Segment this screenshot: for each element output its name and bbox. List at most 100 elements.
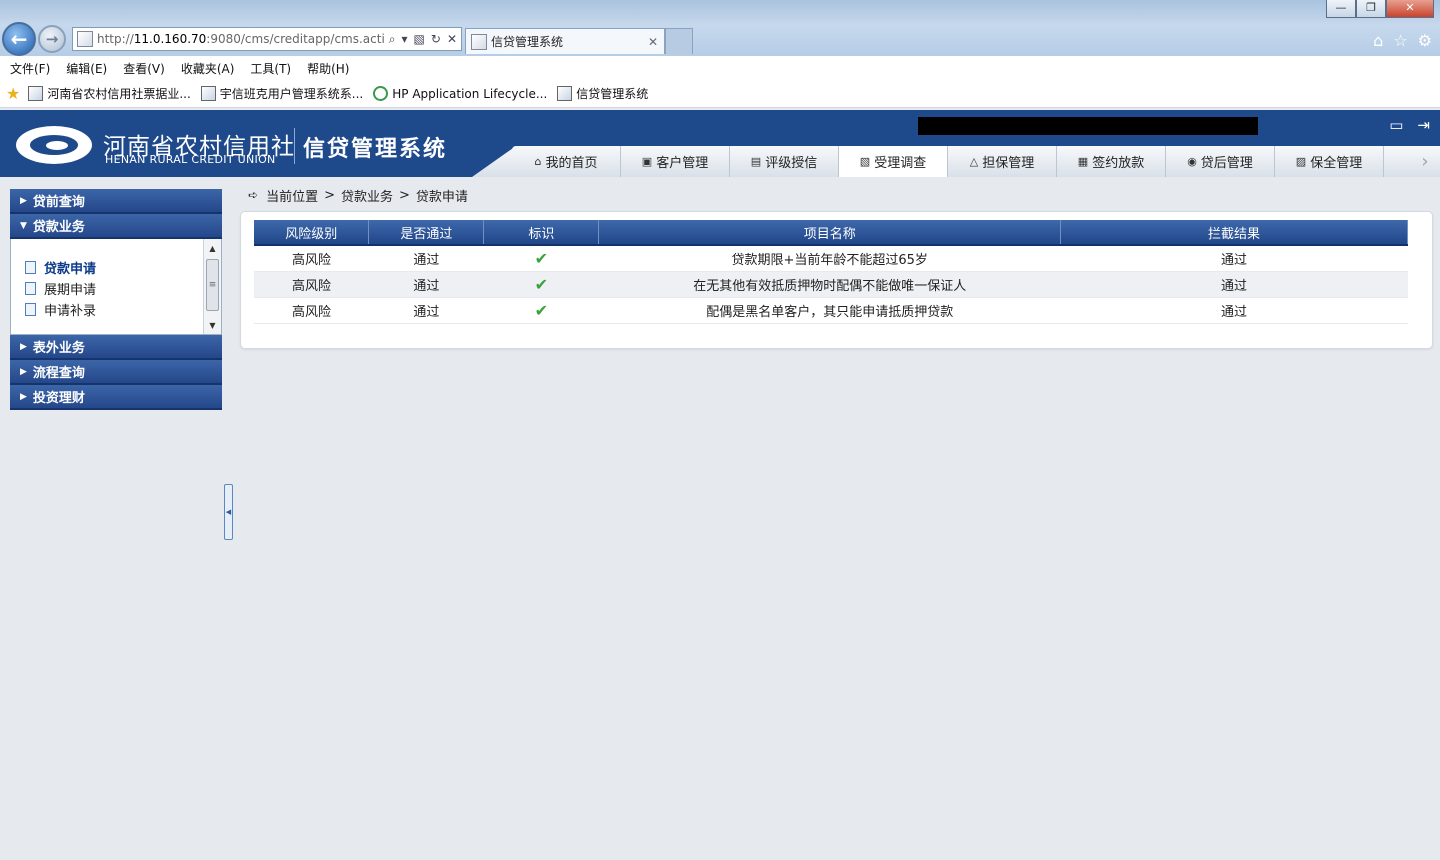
cell-risk-level: 高风险	[254, 271, 369, 298]
table-row[interactable]: 高风险 通过 ✔ 贷款期限+当前年龄不能超过65岁 通过	[254, 245, 1408, 272]
sidebar: ▶ 贷前查询 ▼ 贷款业务 贷款申请 展期申请 申请补录 ▲ ≡ ▼ ▶ 表外业务 ▶…	[10, 189, 222, 410]
nav-customer[interactable]: ▣ 客户管理	[621, 146, 730, 177]
minimize-button[interactable]: —	[1326, 0, 1356, 18]
url-text[interactable]: http://11.0.160.70:9080/cms/creditapp/cm…	[97, 32, 385, 46]
favorite-link[interactable]: 河南省农村信用社票据业...	[28, 85, 191, 102]
cell-risk-level: 高风险	[254, 245, 369, 272]
forward-button[interactable]: →	[38, 25, 66, 53]
favorites-star-icon[interactable]: ☆	[1393, 31, 1407, 50]
sidebar-item-supplementary-entry[interactable]: 申请补录	[11, 299, 221, 320]
compat-view-icon[interactable]: ▧	[414, 32, 425, 47]
menu-tools[interactable]: 工具(T)	[250, 60, 291, 77]
customer-icon: ▣	[641, 155, 653, 168]
scroll-thumb[interactable]: ≡	[206, 259, 219, 311]
collapse-left-icon: ◀	[225, 508, 232, 516]
sidebar-group-loan-business[interactable]: ▼ 贷款业务	[10, 214, 222, 239]
col-intercept-result: 拦截结果	[1060, 220, 1408, 246]
tab-page-icon	[471, 33, 487, 50]
sidebar-group-off-balance[interactable]: ▶ 表外业务	[10, 335, 222, 360]
logout-icon[interactable]: ⇥	[1417, 116, 1430, 134]
col-flag: 标识	[483, 220, 600, 246]
cell-passed: 通过	[368, 271, 484, 298]
sidebar-submenu: 贷款申请 展期申请 申请补录 ▲ ≡ ▼	[10, 239, 222, 335]
sidebar-item-extension-application[interactable]: 展期申请	[11, 278, 221, 299]
breadcrumb-level-2: 贷款申请	[415, 189, 468, 205]
cell-risk-level: 高风险	[254, 297, 369, 324]
window-controls: — ❐ ✕	[1326, 0, 1434, 18]
breadcrumb-level-1[interactable]: 贷款业务	[341, 186, 393, 205]
post-loan-icon: ◉	[1187, 155, 1197, 168]
sidebar-item-loan-application[interactable]: 贷款申请	[11, 257, 221, 278]
table-header-row: 风险级别 是否通过 标识 项目名称 拦截结果	[254, 220, 1408, 246]
cell-intercept-result: 通过	[1060, 297, 1408, 324]
sidebar-scrollbar[interactable]: ▲ ≡ ▼	[203, 239, 221, 334]
settings-gear-icon[interactable]: ⚙	[1418, 31, 1432, 50]
new-tab-button[interactable]	[665, 28, 693, 54]
logo-divider	[294, 128, 295, 164]
cell-item-name: 在无其他有效抵质押物时配偶不能做唯一保证人	[598, 271, 1061, 298]
sidebar-group-process-query[interactable]: ▶ 流程查询	[10, 360, 222, 385]
check-icon: ✔	[534, 274, 549, 294]
document-icon	[25, 282, 36, 295]
favorites-star-icon[interactable]: ★	[6, 84, 20, 103]
nav-scroll-right-icon[interactable]: ›	[1410, 146, 1440, 177]
browser-menubar: 文件(F) 编辑(E) 查看(V) 收藏夹(A) 工具(T) 帮助(H)	[0, 56, 1440, 80]
menu-edit[interactable]: 编辑(E)	[66, 60, 107, 77]
favorite-link[interactable]: 信贷管理系统	[557, 85, 648, 102]
page-icon	[557, 86, 573, 101]
nav-rating[interactable]: ▤ 评级授信	[730, 146, 839, 177]
tab-close-icon[interactable]: ✕	[648, 35, 658, 49]
col-passed: 是否通过	[368, 220, 485, 246]
table-row[interactable]: 高风险 通过 ✔ 配偶是黑名单客户，其只能申请抵质押贷款 通过	[254, 297, 1408, 324]
tab-title: 信贷管理系统	[491, 35, 564, 49]
search-icon[interactable]: ⌕	[389, 32, 396, 47]
stop-icon[interactable]: ✕	[447, 32, 457, 47]
contract-icon: ▦	[1077, 155, 1089, 168]
close-window-button[interactable]: ✕	[1386, 0, 1434, 18]
scroll-up-icon[interactable]: ▲	[204, 239, 221, 257]
nav-guarantee[interactable]: △ 担保管理	[948, 146, 1057, 177]
table-row[interactable]: 高风险 通过 ✔ 在无其他有效抵质押物时配偶不能做唯一保证人 通过	[254, 271, 1408, 298]
maximize-button[interactable]: ❐	[1356, 0, 1386, 18]
menu-file[interactable]: 文件(F)	[10, 60, 50, 77]
main-nav: ⌂ 我的首页 ▣ 客户管理 ▤ 评级授信 ▧ 受理调查 △ 担保管理 ▦ 签约放款 ◉ 贷后管…	[512, 146, 1440, 177]
caret-down-icon: ▼	[20, 220, 27, 231]
page-icon	[200, 86, 216, 101]
system-title: 信贷管理系统	[303, 137, 448, 162]
page-icon	[28, 86, 44, 101]
nav-loan-signing[interactable]: ▦ 签约放款	[1057, 146, 1166, 177]
nav-post-loan[interactable]: ◉ 贷后管理	[1166, 146, 1275, 177]
scroll-down-icon[interactable]: ▼	[204, 316, 221, 334]
back-button[interactable]: ←	[2, 22, 36, 56]
check-icon: ✔	[534, 248, 549, 268]
nav-preservation[interactable]: ▨ 保全管理	[1275, 146, 1384, 177]
check-icon: ✔	[534, 300, 549, 320]
home-icon: ⌂	[534, 155, 542, 168]
dropdown-icon[interactable]: ▾	[402, 32, 408, 47]
sidebar-group-pre-loan-query[interactable]: ▶ 贷前查询	[10, 189, 222, 214]
nav-home[interactable]: ⌂ 我的首页	[512, 146, 621, 177]
home-icon[interactable]: ⌂	[1373, 31, 1383, 50]
favorite-link[interactable]: HP Application Lifecycle...	[373, 86, 547, 101]
guarantee-icon: △	[969, 155, 979, 168]
sidebar-group-investment[interactable]: ▶ 投资理财	[10, 385, 222, 410]
document-icon	[25, 261, 36, 274]
rating-icon: ▤	[750, 155, 762, 168]
menu-view[interactable]: 查看(V)	[123, 60, 165, 77]
cell-passed: 通过	[368, 245, 484, 272]
nav-acceptance[interactable]: ▧ 受理调查	[839, 146, 948, 177]
survey-icon: ▧	[859, 155, 871, 168]
preservation-icon: ▨	[1295, 155, 1307, 168]
favorite-link[interactable]: 宇信班克用户管理系统系...	[200, 85, 363, 102]
credit-union-logo-icon	[16, 126, 92, 164]
address-bar[interactable]: http://11.0.160.70:9080/cms/creditapp/cm…	[72, 27, 462, 51]
menu-help[interactable]: 帮助(H)	[307, 60, 349, 77]
back-arrow-icon: ←	[10, 27, 28, 51]
sidebar-collapse-handle[interactable]: ◀	[224, 484, 233, 540]
menu-favorites[interactable]: 收藏夹(A)	[181, 60, 235, 77]
hp-icon	[373, 86, 389, 101]
refresh-icon[interactable]: ↻	[431, 32, 441, 47]
browser-tab[interactable]: 信贷管理系统 ✕	[465, 28, 665, 54]
monitor-icon[interactable]: ▭	[1389, 116, 1403, 134]
redacted-user-info	[918, 117, 1258, 135]
